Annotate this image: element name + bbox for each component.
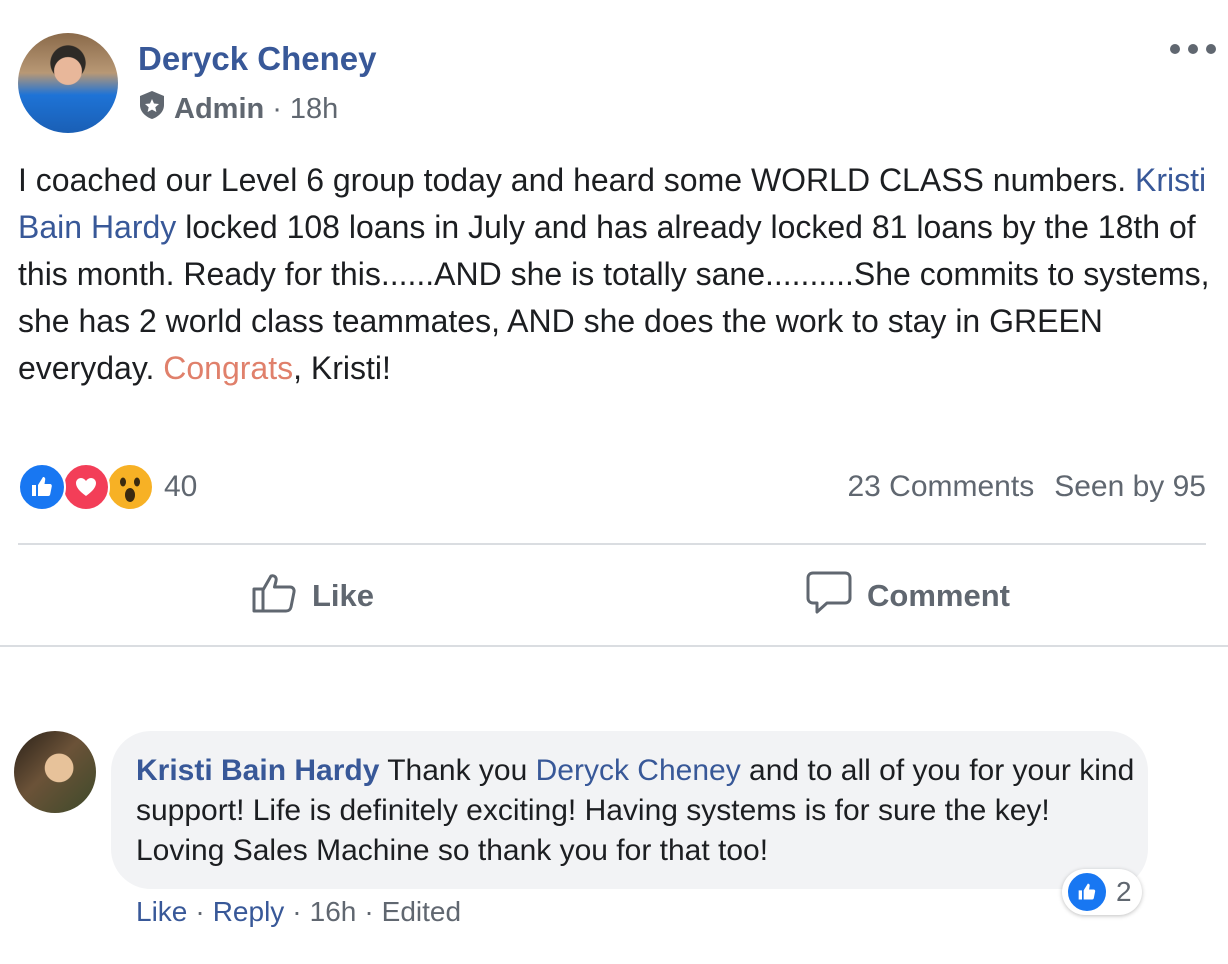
footer-separator: · xyxy=(292,896,302,927)
comment-text: Kristi Bain Hardy Thank you Deryck Chene… xyxy=(136,751,1136,871)
comment-mention-link[interactable]: Deryck Cheney xyxy=(536,754,741,787)
comment-reply-link[interactable]: Reply xyxy=(213,896,285,928)
admin-badge-icon xyxy=(138,90,166,128)
like-button[interactable]: Like xyxy=(250,566,374,626)
author-name[interactable]: Deryck Cheney xyxy=(138,40,376,78)
post-stats: 23 Comments Seen by 95 xyxy=(847,470,1206,504)
comment-bubble-icon xyxy=(805,568,867,624)
wow-icon xyxy=(106,463,154,511)
love-icon xyxy=(62,463,110,511)
post-meta: Admin · 18h xyxy=(138,90,338,128)
comment-text-part: Thank you xyxy=(379,754,536,787)
post-text-part: , Kristi! xyxy=(293,350,391,386)
footer-separator: · xyxy=(364,896,374,927)
post-time[interactable]: 18h xyxy=(290,93,338,126)
post-text-part: I coached our Level 6 group today and he… xyxy=(18,162,1136,198)
reactions-summary[interactable]: 40 xyxy=(18,463,197,511)
comment-edited[interactable]: Edited xyxy=(382,896,461,928)
congrats-highlight: Congrats xyxy=(163,350,294,386)
comment-reaction-count: 2 xyxy=(1116,876,1132,907)
comment-button[interactable]: Comment xyxy=(805,566,1010,626)
like-icon xyxy=(18,463,66,511)
comment-time[interactable]: 16h xyxy=(310,896,357,928)
divider xyxy=(18,543,1206,545)
like-icon xyxy=(1066,871,1108,913)
meta-separator: · xyxy=(272,92,282,125)
admin-label: Admin xyxy=(174,92,265,125)
comment-footer: Like · Reply · 16h · Edited xyxy=(136,896,461,928)
comment-author[interactable]: Kristi Bain Hardy xyxy=(136,754,379,787)
author-avatar[interactable] xyxy=(18,33,118,133)
post-text: I coached our Level 6 group today and he… xyxy=(18,157,1218,392)
commenter-avatar[interactable] xyxy=(14,731,96,813)
footer-separator: · xyxy=(195,896,205,927)
reaction-count: 40 xyxy=(164,470,198,503)
comments-count[interactable]: 23 Comments xyxy=(847,470,1034,504)
seen-by[interactable]: Seen by 95 xyxy=(1054,470,1206,504)
divider xyxy=(0,645,1228,647)
more-options-icon[interactable] xyxy=(1170,34,1216,64)
comment-like-link[interactable]: Like xyxy=(136,896,187,928)
like-label: Like xyxy=(312,578,375,613)
comment-reactions[interactable]: 2 xyxy=(1062,869,1142,915)
thumbs-up-icon xyxy=(250,568,312,624)
comment-label: Comment xyxy=(867,578,1010,613)
